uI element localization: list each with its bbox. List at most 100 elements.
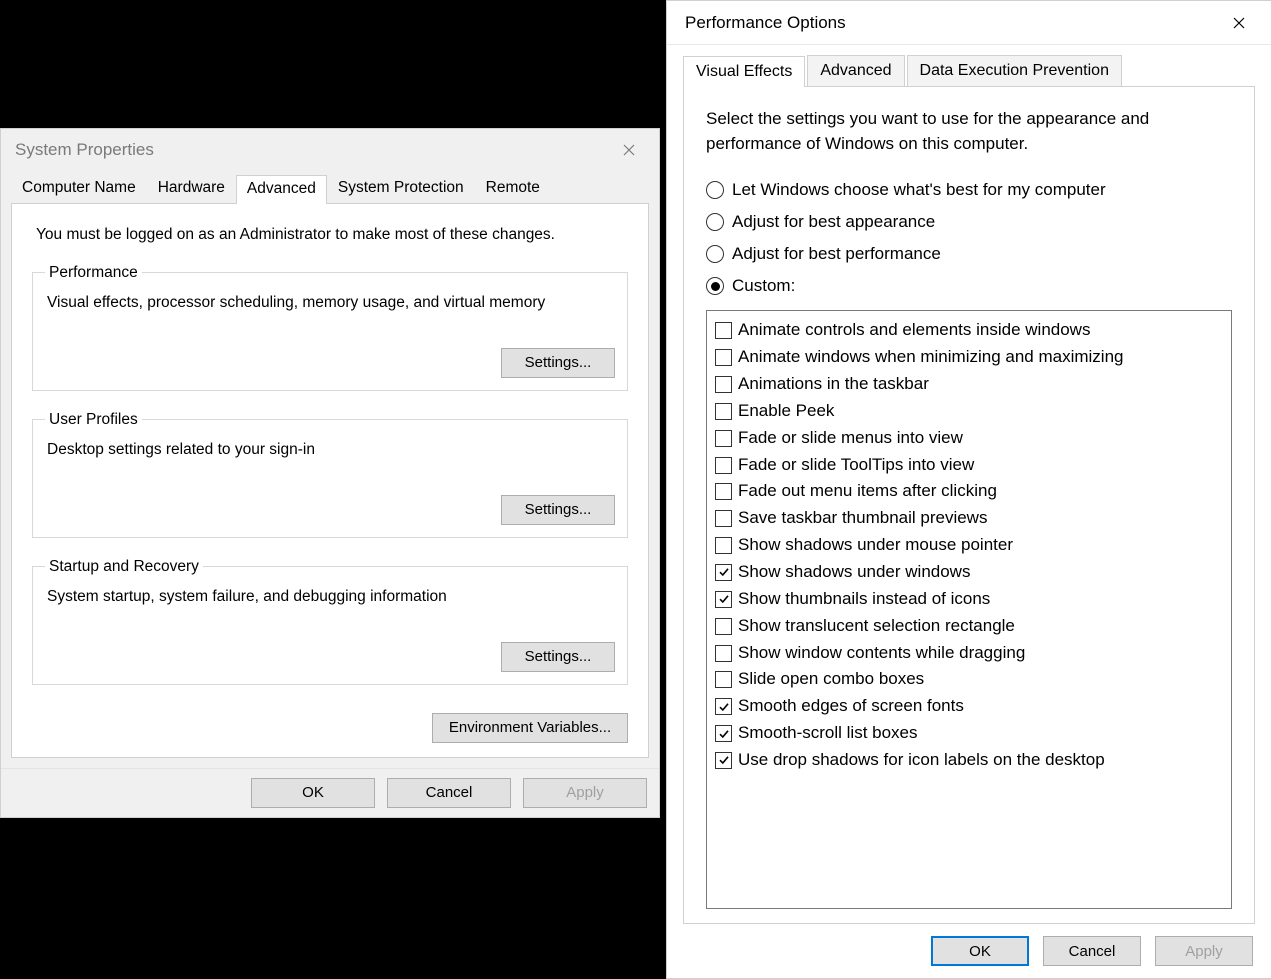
check-label: Fade or slide ToolTips into view [738,452,974,479]
tab-computer-name[interactable]: Computer Name [11,174,147,203]
radio-option-0[interactable]: Let Windows choose what's best for my co… [706,180,1232,200]
check-label: Fade out menu items after clicking [738,478,997,505]
admin-note: You must be logged on as an Administrato… [36,226,624,244]
check-label: Smooth-scroll list boxes [738,720,918,747]
check-option-12[interactable]: Show window contents while dragging [715,640,1223,667]
tab-strip: Visual EffectsAdvancedData Execution Pre… [683,55,1255,86]
radio-label: Let Windows choose what's best for my co… [732,180,1106,200]
instruction-text: Select the settings you want to use for … [706,107,1232,156]
tab-hardware[interactable]: Hardware [147,174,236,203]
tab-content-advanced: You must be logged on as an Administrato… [11,203,649,758]
check-label: Animate windows when minimizing and maxi… [738,344,1124,371]
check-label: Smooth edges of screen fonts [738,693,964,720]
check-option-1[interactable]: Animate windows when minimizing and maxi… [715,344,1223,371]
apply-button[interactable]: Apply [523,778,647,808]
tab-system-protection[interactable]: System Protection [327,174,475,203]
ok-button[interactable]: OK [251,778,375,808]
check-option-9[interactable]: Show shadows under windows [715,559,1223,586]
tab-remote[interactable]: Remote [475,174,551,203]
check-label: Animations in the taskbar [738,371,929,398]
dialog-button-row: OK Cancel Apply [667,924,1271,978]
checkbox-icon [715,349,732,366]
check-option-6[interactable]: Fade out menu items after clicking [715,478,1223,505]
radio-icon [706,245,724,263]
system-properties-window: System Properties Computer NameHardwareA… [0,128,660,818]
checkbox-icon [715,510,732,527]
titlebar: System Properties [1,129,659,171]
startup-recovery-settings-button[interactable]: Settings... [501,642,615,672]
check-option-0[interactable]: Animate controls and elements inside win… [715,317,1223,344]
dialog-button-row: OK Cancel Apply [1,768,659,817]
checkbox-icon [715,591,732,608]
radio-label: Adjust for best performance [732,244,941,264]
tab-visual-effects[interactable]: Visual Effects [683,56,805,87]
check-option-2[interactable]: Animations in the taskbar [715,371,1223,398]
close-icon [623,144,635,156]
check-label: Animate controls and elements inside win… [738,317,1090,344]
check-option-13[interactable]: Slide open combo boxes [715,666,1223,693]
check-label: Enable Peek [738,398,834,425]
checkbox-icon [715,698,732,715]
check-label: Show window contents while dragging [738,640,1025,667]
radio-icon [706,181,724,199]
check-label: Slide open combo boxes [738,666,924,693]
performance-group: Performance Visual effects, processor sc… [32,264,628,391]
ok-button[interactable]: OK [931,936,1029,966]
check-option-7[interactable]: Save taskbar thumbnail previews [715,505,1223,532]
check-option-5[interactable]: Fade or slide ToolTips into view [715,452,1223,479]
titlebar: Performance Options [667,1,1271,45]
user-profiles-group: User Profiles Desktop settings related t… [32,411,628,538]
checkbox-icon [715,457,732,474]
checkbox-icon [715,322,732,339]
check-label: Show thumbnails instead of icons [738,586,990,613]
check-label: Fade or slide menus into view [738,425,963,452]
close-icon [1233,17,1245,29]
check-option-10[interactable]: Show thumbnails instead of icons [715,586,1223,613]
checkbox-icon [715,671,732,688]
check-label: Save taskbar thumbnail previews [738,505,987,532]
apply-button[interactable]: Apply [1155,936,1253,966]
environment-variables-button[interactable]: Environment Variables... [432,713,628,743]
tab-advanced[interactable]: Advanced [807,55,904,86]
group-legend: User Profiles [45,411,142,429]
performance-options-window: Performance Options Visual EffectsAdvanc… [666,0,1271,979]
close-button[interactable] [607,135,651,165]
group-desc: System startup, system failure, and debu… [47,588,613,642]
check-option-3[interactable]: Enable Peek [715,398,1223,425]
check-option-15[interactable]: Smooth-scroll list boxes [715,720,1223,747]
group-legend: Performance [45,264,142,282]
radio-option-3[interactable]: Custom: [706,276,1232,296]
check-option-8[interactable]: Show shadows under mouse pointer [715,532,1223,559]
check-label: Show shadows under windows [738,559,970,586]
tab-strip: Computer NameHardwareAdvancedSystem Prot… [1,171,659,203]
cancel-button[interactable]: Cancel [387,778,511,808]
group-desc: Visual effects, processor scheduling, me… [47,294,613,348]
tab-data-execution-prevention[interactable]: Data Execution Prevention [907,55,1122,86]
checkbox-icon [715,537,732,554]
radio-group: Let Windows choose what's best for my co… [706,180,1232,296]
tab-advanced[interactable]: Advanced [236,175,327,204]
check-option-11[interactable]: Show translucent selection rectangle [715,613,1223,640]
check-option-16[interactable]: Use drop shadows for icon labels on the … [715,747,1223,774]
visual-effects-checklist[interactable]: Animate controls and elements inside win… [706,310,1232,909]
window-title: Performance Options [685,13,846,33]
check-option-14[interactable]: Smooth edges of screen fonts [715,693,1223,720]
startup-recovery-group: Startup and Recovery System startup, sys… [32,558,628,685]
radio-option-1[interactable]: Adjust for best appearance [706,212,1232,232]
window-title: System Properties [15,140,154,160]
group-legend: Startup and Recovery [45,558,203,576]
close-button[interactable] [1217,8,1261,38]
radio-icon [706,277,724,295]
check-label: Show shadows under mouse pointer [738,532,1013,559]
group-desc: Desktop settings related to your sign-in [47,441,613,495]
checkbox-icon [715,376,732,393]
radio-label: Adjust for best appearance [732,212,935,232]
radio-option-2[interactable]: Adjust for best performance [706,244,1232,264]
cancel-button[interactable]: Cancel [1043,936,1141,966]
radio-label: Custom: [732,276,795,296]
check-option-4[interactable]: Fade or slide menus into view [715,425,1223,452]
checkbox-icon [715,564,732,581]
performance-settings-button[interactable]: Settings... [501,348,615,378]
user-profiles-settings-button[interactable]: Settings... [501,495,615,525]
check-label: Show translucent selection rectangle [738,613,1015,640]
